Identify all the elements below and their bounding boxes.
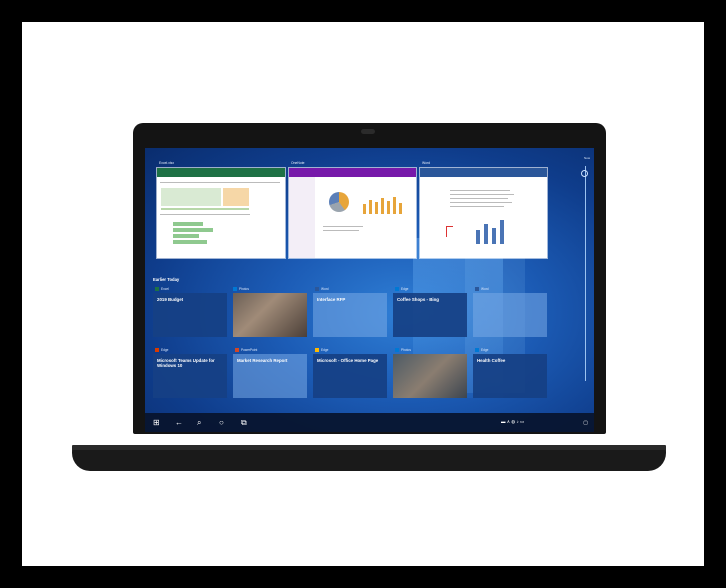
activity-tile-coffee-shops[interactable]: Coffee Shops - Bing (393, 293, 467, 337)
tile-app-label: Edge (395, 287, 408, 292)
edge-icon (315, 348, 319, 353)
word-icon (315, 287, 319, 292)
activity-tile-health-coffee[interactable]: Health Coffee (473, 354, 547, 398)
activity-tile-photo-2[interactable] (393, 354, 467, 398)
cortana-icon[interactable]: ○ (219, 418, 224, 427)
notification-icon[interactable]: ▢ (583, 419, 588, 428)
activity-tile-teams-update[interactable]: Microsoft Teams Update for Windows 10 (153, 354, 227, 398)
tile-app-label: Word (475, 287, 489, 292)
taskbar: ⊞ ← ⌕ ○ ⧉ ▬ ∧ ◍ ♪ ▭ ▢ (145, 413, 594, 432)
onenote-window-label: OneNote (291, 161, 305, 165)
excel-window-thumbnail[interactable] (157, 168, 285, 258)
tile-app-label: Photos (233, 287, 249, 292)
tile-app-label: Edge (155, 348, 168, 353)
powerpoint-icon (235, 348, 239, 353)
activity-tile-interface-rfp[interactable]: Interface RFP (313, 293, 387, 337)
tile-app-label: Edge (315, 348, 328, 353)
photos-icon (233, 287, 237, 292)
excel-icon (155, 287, 159, 292)
word-icon (475, 287, 479, 292)
screen: Excel.xlsx OneNote Word Earlier Today Ex… (145, 148, 594, 432)
timeline-knob[interactable] (581, 170, 588, 177)
search-icon[interactable]: ⌕ (197, 418, 201, 427)
tile-app-label: Excel (155, 287, 169, 292)
timeline-scrollbar[interactable] (585, 166, 586, 381)
tile-app-label: PowerPoint (235, 348, 257, 353)
word-window-thumbnail[interactable] (420, 168, 547, 258)
back-arrow-icon[interactable]: ← (175, 418, 183, 427)
webcam-icon (361, 129, 375, 134)
windows-start-icon[interactable]: ⊞ (153, 418, 160, 427)
photos-icon (395, 348, 399, 353)
word-window-label: Word (422, 161, 431, 165)
excel-window-label: Excel.xlsx (159, 161, 175, 165)
section-title: Earlier Today (153, 277, 180, 282)
timeline-now-label: Now (583, 156, 590, 160)
activity-tile-office-home[interactable]: Microsoft - Office Home Page (313, 354, 387, 398)
activity-tile-document[interactable] (473, 293, 547, 337)
onenote-window-thumbnail[interactable] (289, 168, 416, 258)
task-view-icon[interactable]: ⧉ (241, 418, 247, 427)
tile-app-label: Photos (395, 348, 411, 353)
tile-app-label: Word (315, 287, 329, 292)
laptop-lid: Excel.xlsx OneNote Word Earlier Today Ex… (133, 123, 606, 434)
laptop-base (72, 450, 666, 471)
activity-tile-market-research[interactable]: Market Research Report (233, 354, 307, 398)
edge-icon (475, 348, 479, 353)
activity-tile-photo[interactable] (233, 293, 307, 337)
activity-tile-2019-budget[interactable]: 2019 Budget (153, 293, 227, 337)
tile-app-label: Edge (475, 348, 488, 353)
edge-icon (155, 348, 159, 353)
system-tray-icons[interactable]: ▬ ∧ ◍ ♪ ▭ (501, 419, 524, 425)
edge-icon (395, 287, 399, 292)
